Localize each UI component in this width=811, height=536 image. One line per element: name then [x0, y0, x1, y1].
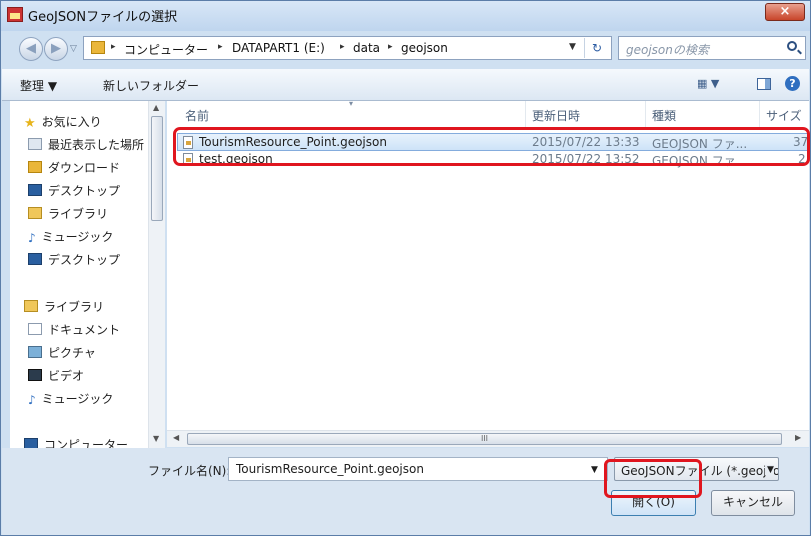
- column-divider[interactable]: [759, 101, 760, 127]
- library-icon: [28, 207, 42, 219]
- preview-pane-icon[interactable]: [757, 78, 771, 90]
- video-icon: [28, 369, 42, 381]
- title-bar: GeoJSONファイルの選択 ×: [1, 1, 810, 31]
- address-bar[interactable]: ▸ コンピューター ▸ DATAPART1 (E:) ▸ data ▸ geoj…: [83, 36, 612, 60]
- column-header-size[interactable]: サイズ: [766, 107, 802, 124]
- filename-dropdown-arrow-icon[interactable]: ▼: [591, 465, 598, 475]
- refresh-button[interactable]: ↻: [584, 38, 609, 58]
- filename-field[interactable]: TourismResource_Point.geojson ▼: [228, 457, 608, 481]
- column-header-type[interactable]: 種類: [652, 107, 676, 124]
- filename-label: ファイル名(N):: [148, 464, 231, 478]
- app-icon: [7, 7, 23, 22]
- library-icon: [24, 300, 38, 312]
- scroll-up-arrow-icon[interactable]: ▲: [153, 103, 159, 112]
- folder-icon: [91, 41, 105, 54]
- sidebar-item-recent[interactable]: 最近表示した場所: [28, 136, 144, 156]
- sidebar-item-desktop[interactable]: デスクトップ: [28, 182, 120, 202]
- view-options-button[interactable]: ▦ ▼: [697, 77, 719, 90]
- music-icon: ♪: [28, 393, 36, 407]
- sidebar-item-favorites[interactable]: ★ お気に入り: [24, 113, 102, 133]
- sidebar-scroll-thumb[interactable]: [151, 116, 163, 221]
- window-title: GeoJSONファイルの選択: [28, 10, 178, 25]
- breadcrumb-geojson[interactable]: geojson: [401, 41, 448, 55]
- back-button[interactable]: ◀: [19, 37, 43, 61]
- search-input[interactable]: geojsonの検索: [626, 41, 709, 58]
- dialog-window: GeoJSONファイルの選択 × ◀ ▶ ▽ ▸ コンピューター ▸ DATAP…: [0, 0, 811, 536]
- sidebar-item-music[interactable]: ♪ ミュージック: [28, 228, 113, 248]
- music-icon: ♪: [28, 231, 36, 245]
- scroll-right-arrow-icon[interactable]: ▶: [795, 433, 801, 442]
- document-icon: [28, 323, 42, 335]
- navigation-pane: ★ お気に入り 最近表示した場所 ダウンロード デスクトップ ライブラリ ♪ ミュー…: [10, 101, 165, 448]
- download-folder-icon: [28, 161, 42, 173]
- sidebar-item-downloads[interactable]: ダウンロード: [28, 159, 120, 179]
- forward-arrow-icon: ▶: [51, 41, 61, 56]
- organize-button[interactable]: 整理 ▼: [20, 77, 57, 94]
- sidebar-item-libraries[interactable]: ライブラリ: [28, 205, 108, 225]
- desktop-icon: [28, 253, 42, 265]
- back-arrow-icon: ◀: [26, 41, 36, 56]
- recent-places-icon: [28, 138, 42, 150]
- filename-value[interactable]: TourismResource_Point.geojson: [236, 462, 424, 476]
- refresh-icon: ↻: [591, 41, 603, 55]
- toolbar: 整理 ▼ 新しいフォルダー ▦ ▼ ?: [2, 69, 809, 101]
- close-button[interactable]: ×: [765, 3, 805, 21]
- search-icon[interactable]: [787, 41, 797, 51]
- column-header-name[interactable]: 名前: [185, 107, 209, 124]
- computer-icon: [24, 438, 38, 448]
- filetype-dropdown-arrow-icon[interactable]: ▼: [765, 465, 774, 475]
- forward-button[interactable]: ▶: [44, 37, 68, 61]
- recent-pages-dropdown[interactable]: ▽: [70, 44, 77, 54]
- sidebar-item-videos[interactable]: ビデオ: [28, 367, 84, 387]
- column-divider[interactable]: [525, 101, 526, 127]
- scroll-left-arrow-icon[interactable]: ◀: [173, 433, 179, 442]
- breadcrumb-data[interactable]: data: [353, 41, 380, 55]
- breadcrumb-separator[interactable]: ▸: [340, 42, 345, 52]
- sidebar-item-pictures[interactable]: ピクチャ: [28, 344, 96, 364]
- column-header-modified[interactable]: 更新日時: [532, 107, 580, 124]
- breadcrumb-separator[interactable]: ▸: [111, 42, 116, 52]
- horizontal-scroll-thumb[interactable]: III: [187, 433, 782, 445]
- sidebar-item-desktop-2[interactable]: デスクトップ: [28, 251, 120, 271]
- sidebar-item-computer[interactable]: コンピューター: [24, 436, 128, 448]
- breadcrumb-separator[interactable]: ▸: [388, 42, 393, 52]
- breadcrumb-drive[interactable]: DATAPART1 (E:): [232, 41, 325, 55]
- sort-arrow-icon: ▾: [349, 99, 354, 108]
- column-divider[interactable]: [645, 101, 646, 127]
- address-dropdown[interactable]: ▼: [569, 42, 576, 52]
- highlight-annotation-file: [173, 127, 810, 166]
- horizontal-scrollbar[interactable]: ◀ III ▶: [167, 430, 809, 447]
- cancel-button[interactable]: キャンセル: [711, 490, 795, 516]
- search-box[interactable]: geojsonの検索: [618, 36, 806, 60]
- highlight-annotation-open: [604, 459, 702, 498]
- desktop-icon: [28, 184, 42, 196]
- breadcrumb-separator[interactable]: ▸: [218, 42, 223, 52]
- star-icon: ★: [24, 116, 36, 131]
- sidebar-scrollbar[interactable]: ▲ ▼: [148, 101, 165, 448]
- picture-icon: [28, 346, 42, 358]
- sidebar-item-documents[interactable]: ドキュメント: [28, 321, 120, 341]
- sidebar-item-libraries-root[interactable]: ライブラリ: [24, 298, 104, 318]
- breadcrumb-computer[interactable]: コンピューター: [124, 41, 208, 58]
- help-button[interactable]: ?: [785, 76, 800, 91]
- sidebar-item-music-2[interactable]: ♪ ミュージック: [28, 390, 113, 410]
- new-folder-button[interactable]: 新しいフォルダー: [103, 77, 199, 94]
- scroll-down-arrow-icon[interactable]: ▼: [153, 434, 159, 443]
